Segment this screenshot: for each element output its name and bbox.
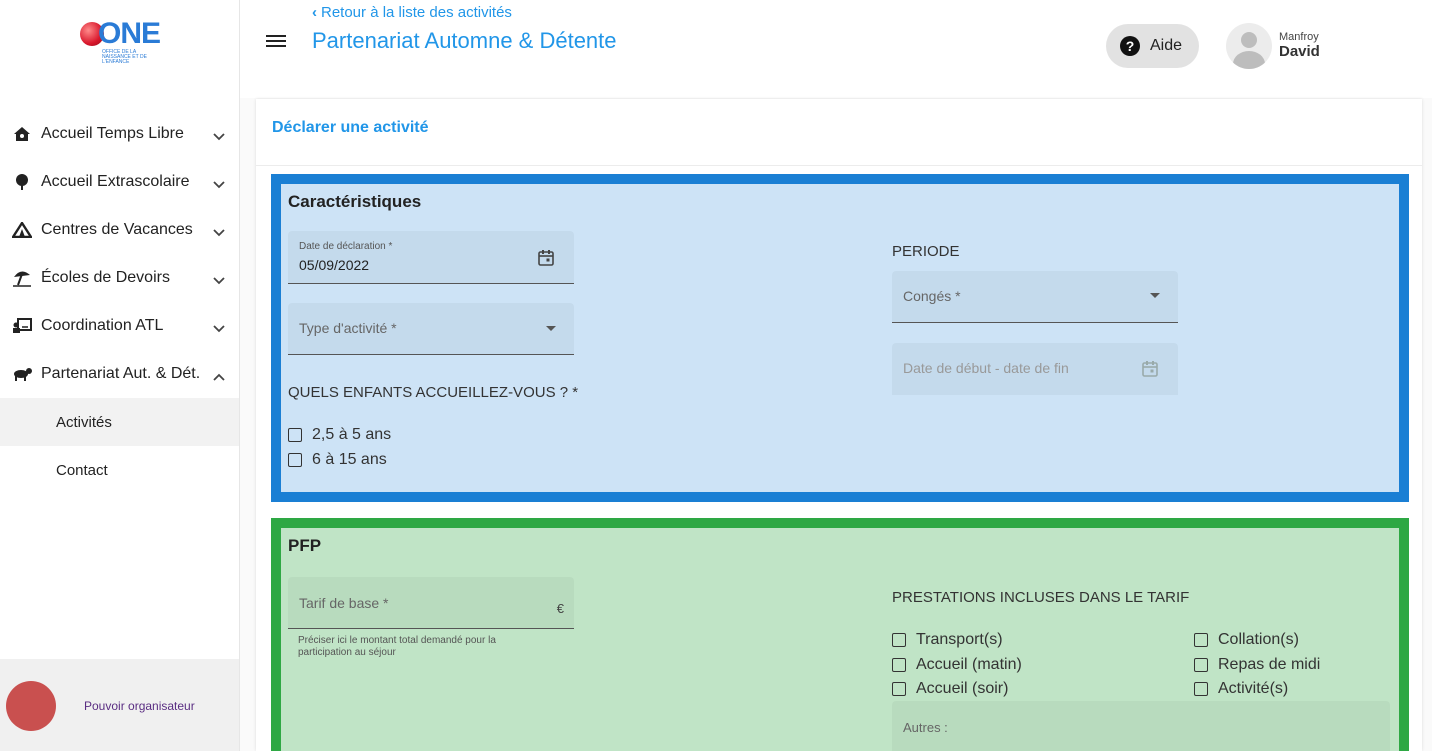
checkbox-icon[interactable] <box>1194 658 1208 672</box>
sidebar-subitem-contact[interactable]: Contact <box>0 446 239 494</box>
sidebar-subitem-activites[interactable]: Activités <box>0 398 239 446</box>
one-logo[interactable]: ONE Office de la naissance et de l'enfan… <box>80 17 161 70</box>
sidebar-item-label: Écoles de Devoirs <box>41 269 170 286</box>
beach-umbrella-icon <box>11 268 33 288</box>
children-question-label: QUELS ENFANTS ACCUEILLEZ-VOUS ? * <box>288 384 579 401</box>
calendar-icon[interactable] <box>1142 360 1158 382</box>
section-title: PFP <box>288 536 322 555</box>
section-caracteristiques: Caractéristiques Date de déclaration * 0… <box>271 174 1409 502</box>
age-checkbox-6-15[interactable]: 6 à 15 ans <box>288 451 387 469</box>
chevron-down-icon <box>213 176 225 194</box>
checkbox-icon[interactable] <box>892 633 906 647</box>
sidebar-item-label: Partenariat Aut. & Dét. <box>41 365 201 382</box>
sidebar-item-accueil-extrascolaire[interactable]: Accueil Extrascolaire <box>0 158 239 206</box>
checkbox-label: Accueil (soir) <box>916 680 1009 697</box>
animal-icon <box>11 364 33 384</box>
field-placeholder: Date de début - date de fin <box>903 360 1069 376</box>
back-link-label: Retour à la liste des activités <box>321 4 512 21</box>
help-button-label: Aide <box>1150 37 1183 54</box>
prestation-checkbox-transport[interactable]: Transport(s) <box>892 631 1003 649</box>
sidebar-item-label: Accueil Extrascolaire <box>41 173 190 190</box>
sidebar-item-ecoles-de-devoirs[interactable]: Écoles de Devoirs <box>0 254 239 302</box>
prestation-checkbox-accueil-matin[interactable]: Accueil (matin) <box>892 656 1022 674</box>
presenter-icon <box>11 316 33 336</box>
chevron-up-icon <box>213 368 225 386</box>
field-placeholder: Type d'activité * <box>299 320 397 336</box>
field-value: 05/09/2022 <box>299 257 370 273</box>
checkbox-icon[interactable] <box>288 453 302 467</box>
checkbox-label: 2,5 à 5 ans <box>312 426 392 443</box>
checkbox-icon[interactable] <box>1194 633 1208 647</box>
user-avatar-icon <box>1226 23 1272 69</box>
sidebar-item-accueil-temps-libre[interactable]: Accueil Temps Libre <box>0 110 239 158</box>
sidebar-item-coordination-atl[interactable]: Coordination ATL <box>0 302 239 350</box>
date-range-field[interactable]: Date de début - date de fin <box>892 343 1178 395</box>
back-to-list-link[interactable]: ‹ Retour à la liste des activités <box>312 4 512 21</box>
field-placeholder: Autres : <box>903 720 948 735</box>
top-header: ‹ Retour à la liste des activités Partena… <box>240 0 1432 98</box>
autres-input[interactable]: Autres : <box>892 701 1390 751</box>
checkbox-icon[interactable] <box>892 682 906 696</box>
organizer-panel[interactable]: Pouvoir organisateur <box>0 659 239 751</box>
period-label: PERIODE <box>892 243 960 260</box>
organizer-label: Pouvoir organisateur <box>84 699 195 713</box>
tent-icon <box>11 220 33 240</box>
prestation-checkbox-accueil-soir[interactable]: Accueil (soir) <box>892 680 1008 698</box>
sidebar-item-label: Coordination ATL <box>41 317 164 334</box>
tree-icon <box>11 172 33 192</box>
logo-text: ONE <box>98 17 161 50</box>
euro-suffix: € <box>556 601 564 616</box>
chevron-down-icon <box>213 320 225 338</box>
house-icon <box>11 124 33 144</box>
chevron-down-icon <box>1150 293 1160 298</box>
section-pfp: PFP Tarif de base * € Préciser ici le mo… <box>271 518 1409 751</box>
logo-subtitle: Office de la naissance et de l'enfance <box>102 49 147 65</box>
calendar-icon[interactable] <box>538 249 554 271</box>
checkbox-icon[interactable] <box>892 658 906 672</box>
help-button[interactable]: ? Aide <box>1106 24 1199 68</box>
prestation-checkbox-collation[interactable]: Collation(s) <box>1194 631 1299 649</box>
page-title: Partenariat Automne & Détente <box>312 28 617 53</box>
tarif-hint: Préciser ici le montant total demandé po… <box>298 635 496 658</box>
chevron-left-icon: ‹ <box>312 4 317 21</box>
prestations-label: PRESTATIONS INCLUSES DANS LE TARIF <box>892 589 1190 606</box>
checkbox-icon[interactable] <box>1194 682 1208 696</box>
sidebar-item-label: Centres de Vacances <box>41 221 193 238</box>
prestation-checkbox-repas-midi[interactable]: Repas de midi <box>1194 656 1320 674</box>
divider <box>256 165 1422 166</box>
chevron-down-icon <box>213 272 225 290</box>
chevron-down-icon <box>546 326 556 331</box>
sidebar-nav: Accueil Temps Libre Accueil Extrascolair… <box>0 110 239 494</box>
sidebar: ONE Office de la naissance et de l'enfan… <box>0 0 240 751</box>
sidebar-item-label: Accueil Temps Libre <box>41 125 184 142</box>
user-menu[interactable]: Manfroy David <box>1226 23 1426 69</box>
field-placeholder: Tarif de base * <box>299 595 389 611</box>
declaration-date-field[interactable]: Date de déclaration * 05/09/2022 <box>288 231 574 284</box>
field-placeholder: Congés * <box>903 288 961 304</box>
hamburger-menu-icon[interactable] <box>266 32 286 50</box>
activity-type-select[interactable]: Type d'activité * <box>288 303 574 355</box>
checkbox-label: Accueil (matin) <box>916 656 1022 673</box>
prestation-checkbox-activites[interactable]: Activité(s) <box>1194 680 1288 698</box>
organizer-avatar <box>6 681 56 731</box>
conges-select[interactable]: Congés * <box>892 271 1178 323</box>
field-label: Date de déclaration * <box>299 241 393 252</box>
chevron-down-icon <box>213 128 225 146</box>
card-title: Déclarer une activité <box>272 119 429 136</box>
checkbox-label: Activité(s) <box>1218 680 1289 697</box>
help-question-icon: ? <box>1120 36 1140 56</box>
checkbox-label: 6 à 15 ans <box>312 451 387 468</box>
checkbox-label: Repas de midi <box>1218 656 1321 673</box>
age-checkbox-2-5[interactable]: 2,5 à 5 ans <box>288 426 391 444</box>
sidebar-item-centres-de-vacances[interactable]: Centres de Vacances <box>0 206 239 254</box>
checkbox-label: Transport(s) <box>916 631 1003 648</box>
sidebar-item-partenariat[interactable]: Partenariat Aut. & Dét. <box>0 350 239 398</box>
checkbox-label: Collation(s) <box>1218 631 1299 648</box>
checkbox-icon[interactable] <box>288 428 302 442</box>
chevron-down-icon <box>213 224 225 242</box>
user-first-name: Manfroy <box>1279 31 1319 43</box>
tarif-input[interactable]: Tarif de base * € <box>288 577 574 629</box>
user-last-name: David <box>1279 43 1320 60</box>
section-title: Caractéristiques <box>288 192 422 211</box>
